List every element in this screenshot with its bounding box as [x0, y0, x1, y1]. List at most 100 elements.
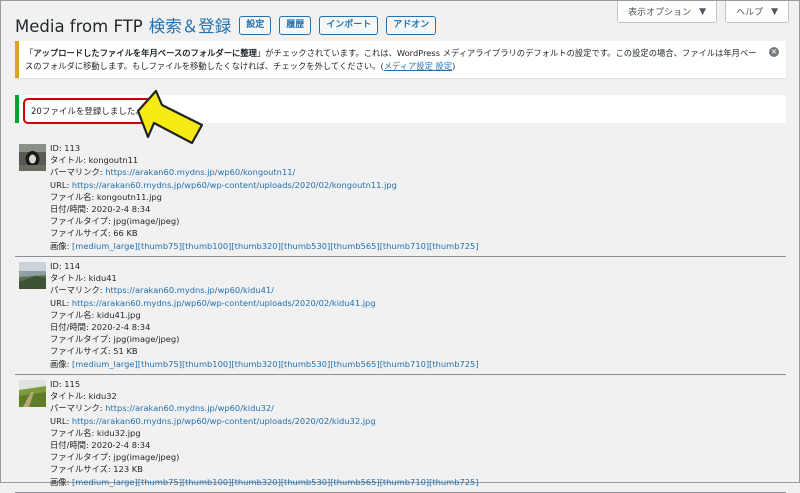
- media-id: 115: [64, 379, 81, 389]
- filesize-label: ファイルサイズ:: [50, 346, 111, 357]
- media-filetype: jpg(image/jpeg): [113, 216, 180, 227]
- url-label: URL:: [50, 297, 70, 308]
- media-datetime: 2020-2-4 8:34: [91, 204, 151, 215]
- history-button[interactable]: 履歴: [279, 15, 312, 35]
- screen-options-tab[interactable]: 表示オプション ▼: [617, 1, 718, 23]
- image-size-link[interactable]: [thumb100]: [182, 359, 231, 369]
- id-label: ID:: [50, 261, 62, 271]
- media-id: 113: [64, 143, 81, 153]
- image-size-link[interactable]: [thumb320]: [231, 477, 280, 487]
- image-size-link[interactable]: [thumb530]: [281, 241, 330, 251]
- media-item: ID: 114 タイトル: kidu41 パーマリンク: https://ara…: [15, 257, 786, 375]
- settings-button[interactable]: 設定: [239, 15, 272, 35]
- chevron-down-icon: ▼: [699, 6, 707, 17]
- help-label: ヘルプ: [736, 8, 764, 18]
- addon-button[interactable]: アドオン: [386, 15, 437, 35]
- url-link[interactable]: https://arakan60.mydns.jp/wp60/wp-conten…: [72, 416, 376, 426]
- media-filename: kidu41.jpg: [96, 309, 141, 320]
- permalink-link[interactable]: https://arakan60.mydns.jp/wp60/kidu32/: [105, 403, 274, 413]
- permalink-link[interactable]: https://arakan60.mydns.jp/wp60/kongoutn1…: [105, 167, 295, 177]
- filetype-label: ファイルタイプ:: [50, 452, 111, 463]
- datetime-label: 日付/時間:: [50, 440, 89, 451]
- image-size-link[interactable]: [thumb565]: [330, 241, 379, 251]
- media-filetype: jpg(image/jpeg): [113, 452, 180, 463]
- media-meta: ID: 115 タイトル: kidu32 パーマリンク: https://ara…: [50, 378, 479, 488]
- media-title: kongoutn11: [88, 155, 139, 166]
- image-size-link[interactable]: [medium_large]: [72, 241, 138, 251]
- media-datetime: 2020-2-4 8:34: [91, 322, 151, 333]
- thumbnail-image[interactable]: [19, 380, 46, 407]
- image-size-link[interactable]: [thumb530]: [281, 477, 330, 487]
- media-filename: kongoutn11.jpg: [96, 191, 162, 202]
- image-size-link[interactable]: [thumb75]: [138, 477, 182, 487]
- permalink-label: パーマリンク:: [50, 167, 103, 178]
- image-size-link[interactable]: [thumb75]: [138, 359, 182, 369]
- datetime-label: 日付/時間:: [50, 204, 89, 215]
- page-subtitle: 検索＆登録: [148, 17, 232, 36]
- image-size-link[interactable]: [medium_large]: [72, 359, 138, 369]
- media-datetime: 2020-2-4 8:34: [91, 440, 151, 451]
- image-size-link[interactable]: [thumb565]: [330, 359, 379, 369]
- filetype-label: ファイルタイプ:: [50, 216, 111, 227]
- images-label: 画像:: [50, 358, 70, 369]
- warning-notice: 「アップロードしたファイルを年月ベースのフォルダーに整理」がチェックされています…: [15, 41, 786, 78]
- permalink-label: パーマリンク:: [50, 403, 103, 414]
- help-tab[interactable]: ヘルプ ▼: [725, 1, 789, 23]
- filesize-label: ファイルサイズ:: [50, 464, 111, 475]
- screen-meta-links: 表示オプション ▼ ヘルプ ▼: [617, 1, 789, 23]
- media-filesize: 123 KB: [113, 464, 143, 475]
- image-size-link[interactable]: [thumb100]: [182, 241, 231, 251]
- title-label: タイトル:: [50, 391, 86, 402]
- media-list: ID: 113 タイトル: kongoutn11 パーマリンク: https:/…: [15, 139, 786, 493]
- media-title: kidu32: [88, 391, 117, 402]
- image-size-link[interactable]: [thumb725]: [429, 241, 478, 251]
- media-meta: ID: 113 タイトル: kongoutn11 パーマリンク: https:/…: [50, 142, 479, 252]
- image-size-link[interactable]: [medium_large]: [72, 477, 138, 487]
- url-label: URL:: [50, 179, 70, 190]
- filesize-label: ファイルサイズ:: [50, 228, 111, 239]
- image-size-link[interactable]: [thumb320]: [231, 359, 280, 369]
- media-item: ID: 115 タイトル: kidu32 パーマリンク: https://ara…: [15, 375, 786, 493]
- filetype-label: ファイルタイプ:: [50, 334, 111, 345]
- url-link[interactable]: https://arakan60.mydns.jp/wp60/wp-conten…: [72, 298, 376, 308]
- image-size-link[interactable]: [thumb530]: [281, 359, 330, 369]
- media-settings-link[interactable]: メディア設定 設定: [384, 61, 452, 71]
- image-size-link[interactable]: [thumb710]: [380, 241, 429, 251]
- media-item: ID: 113 タイトル: kongoutn11 パーマリンク: https:/…: [15, 139, 786, 257]
- image-size-link[interactable]: [thumb320]: [231, 241, 280, 251]
- permalink-link[interactable]: https://arakan60.mydns.jp/wp60/kidu41/: [105, 285, 274, 295]
- media-id: 114: [64, 261, 81, 271]
- image-size-link[interactable]: [thumb100]: [182, 477, 231, 487]
- image-size-link[interactable]: [thumb75]: [138, 241, 182, 251]
- image-size-link[interactable]: [thumb710]: [380, 359, 429, 369]
- image-size-link[interactable]: [thumb725]: [429, 359, 478, 369]
- images-label: 画像:: [50, 476, 70, 487]
- images-label: 画像:: [50, 240, 70, 251]
- image-size-link[interactable]: [thumb725]: [429, 477, 478, 487]
- chevron-down-icon: ▼: [771, 6, 778, 17]
- id-label: ID:: [50, 143, 62, 153]
- thumbnail-image[interactable]: [19, 262, 46, 289]
- media-filename: kidu32.jpg: [96, 427, 141, 438]
- media-filesize: 51 KB: [113, 346, 138, 357]
- import-button[interactable]: インポート: [319, 15, 379, 35]
- title-label: タイトル:: [50, 155, 86, 166]
- dismiss-icon[interactable]: ×: [769, 47, 779, 57]
- page-header: Media from FTP 検索＆登録 設定 履歴 インポート アドオン: [15, 13, 437, 37]
- filename-label: ファイル名:: [50, 191, 95, 202]
- filename-label: ファイル名:: [50, 309, 95, 320]
- thumbnail-image[interactable]: [19, 144, 46, 171]
- title-label: タイトル:: [50, 273, 86, 284]
- media-title: kidu41: [88, 273, 117, 284]
- screen-options-label: 表示オプション: [628, 8, 692, 18]
- media-filetype: jpg(image/jpeg): [113, 334, 180, 345]
- image-size-link[interactable]: [thumb710]: [380, 477, 429, 487]
- image-size-link[interactable]: [thumb565]: [330, 477, 379, 487]
- url-link[interactable]: https://arakan60.mydns.jp/wp60/wp-conten…: [72, 180, 397, 190]
- media-meta: ID: 114 タイトル: kidu41 パーマリンク: https://ara…: [50, 260, 479, 370]
- url-label: URL:: [50, 415, 70, 426]
- success-notice: 20ファイルを登録しました。: [15, 95, 786, 124]
- page-title: Media from FTP 検索＆登録: [15, 17, 232, 36]
- datetime-label: 日付/時間:: [50, 322, 89, 333]
- success-message: 20ファイルを登録しました。: [23, 98, 152, 124]
